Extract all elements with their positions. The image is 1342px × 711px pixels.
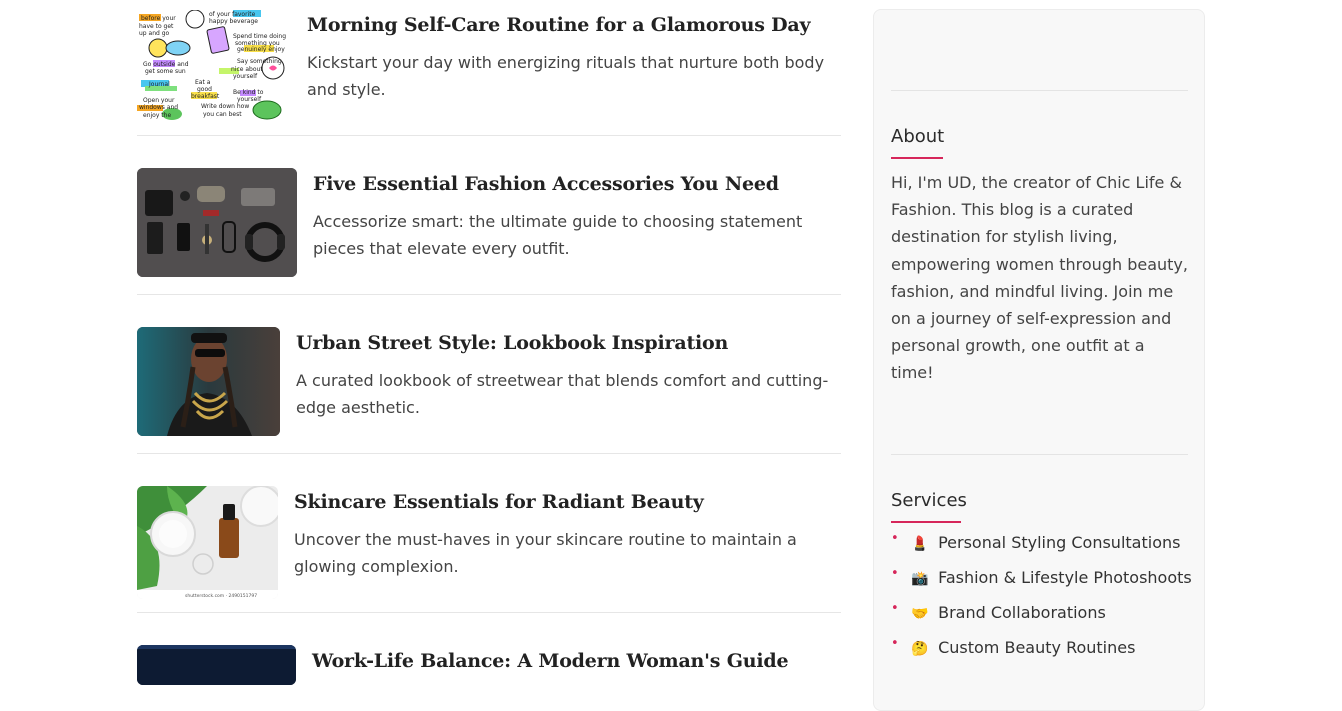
- svg-text:Spend time doing: Spend time doing: [233, 33, 286, 40]
- title-underline: [891, 521, 961, 523]
- svg-text:Open your: Open your: [143, 97, 175, 104]
- post-item: shutterstock.com · 2490151797 Skincare E…: [137, 453, 841, 613]
- post-excerpt: A curated lookbook of streetwear that bl…: [296, 371, 829, 417]
- title-underline: [891, 157, 943, 159]
- svg-text:yourself: yourself: [233, 73, 258, 80]
- svg-text:windows and: windows and: [139, 104, 178, 111]
- work-life-image: [137, 645, 296, 685]
- about-widget-title: About: [891, 126, 945, 147]
- post-excerpt: Uncover the must-haves in your skincare …: [294, 530, 797, 576]
- post-excerpt: Kickstart your day with energizing ritua…: [307, 53, 825, 99]
- service-label: Brand Collaborations: [938, 603, 1106, 622]
- post-item: Work-Life Balance: A Modern Woman's Guid…: [137, 612, 841, 685]
- skincare-products-image: shutterstock.com · 2490151797: [137, 486, 278, 599]
- post-title[interactable]: Five Essential Fashion Accessories You N…: [313, 173, 779, 195]
- svg-text:Eat a: Eat a: [195, 79, 211, 86]
- post-item: Five Essential Fashion Accessories You N…: [137, 135, 841, 295]
- camera-icon: 📸: [911, 571, 929, 587]
- accessories-flatlay-image: [137, 168, 297, 277]
- post-thumbnail[interactable]: [137, 327, 280, 436]
- about-text: Hi, I'm UD, the creator of Chic Life & F…: [891, 173, 1188, 383]
- service-label: Personal Styling Consultations: [938, 533, 1181, 552]
- svg-text:Be kind to: Be kind to: [233, 89, 264, 96]
- svg-text:shutterstock.com · 2490151797: shutterstock.com · 2490151797: [185, 593, 257, 599]
- post-thumbnail[interactable]: [137, 645, 296, 685]
- post-title[interactable]: Morning Self-Care Routine for a Glamorou…: [307, 14, 811, 36]
- svg-text:Say something: Say something: [237, 58, 282, 65]
- street-style-portrait-image: [137, 327, 280, 436]
- svg-text:genuinely enjoy: genuinely enjoy: [237, 46, 285, 53]
- services-list: • 💄 Personal Styling Consultations • 📸 F…: [891, 531, 1192, 673]
- post-thumbnail[interactable]: before your have to get up and go of you…: [137, 10, 290, 120]
- bullet-dot: •: [891, 601, 899, 616]
- service-item[interactable]: • 💄 Personal Styling Consultations: [891, 531, 1191, 568]
- post-title[interactable]: Urban Street Style: Lookbook Inspiration: [296, 332, 728, 354]
- post-thumbnail[interactable]: [137, 168, 297, 277]
- self-care-doodle-image: before your have to get up and go of you…: [137, 10, 290, 120]
- sidebar: About Hi, I'm UD, the creator of Chic Li…: [873, 9, 1205, 711]
- svg-text:nice about: nice about: [231, 66, 263, 73]
- service-item[interactable]: • 🤝 Brand Collaborations: [891, 601, 1191, 638]
- svg-text:Journal: Journal: [148, 81, 170, 88]
- svg-text:Go outside and: Go outside and: [143, 61, 189, 68]
- service-item[interactable]: • 🤔 Custom Beauty Routines: [891, 636, 1191, 673]
- lipstick-icon: 💄: [911, 536, 929, 552]
- sidebar-divider: [891, 90, 1188, 91]
- sidebar-divider: [891, 454, 1188, 455]
- post-item: before your have to get up and go of you…: [137, 0, 841, 136]
- svg-text:good: good: [197, 86, 212, 93]
- bullet-dot: •: [891, 566, 899, 581]
- post-title[interactable]: Work-Life Balance: A Modern Woman's Guid…: [312, 650, 789, 672]
- svg-text:breakfast: breakfast: [191, 93, 220, 100]
- service-item[interactable]: • 📸 Fashion & Lifestyle Photoshoots: [891, 566, 1192, 603]
- svg-text:have to get: have to get: [139, 23, 174, 30]
- post-title[interactable]: Skincare Essentials for Radiant Beauty: [294, 491, 704, 513]
- post-excerpt: Accessorize smart: the ultimate guide to…: [313, 212, 803, 258]
- handshake-icon: 🤝: [911, 606, 929, 622]
- svg-text:happy beverage: happy beverage: [209, 18, 258, 25]
- service-label: Custom Beauty Routines: [938, 638, 1136, 657]
- svg-text:enjoy the: enjoy the: [143, 112, 171, 119]
- svg-text:of your favorite: of your favorite: [209, 11, 256, 18]
- svg-text:yourself: yourself: [237, 96, 262, 103]
- post-item: Urban Street Style: Lookbook Inspiration…: [137, 294, 841, 454]
- svg-text:Write down how: Write down how: [201, 103, 249, 110]
- services-widget-title: Services: [891, 490, 967, 511]
- svg-text:before your: before your: [141, 15, 176, 22]
- thinking-face-icon: 🤔: [911, 641, 929, 657]
- svg-text:you can best: you can best: [203, 111, 242, 118]
- bullet-dot: •: [891, 531, 899, 546]
- svg-text:up and go: up and go: [139, 30, 170, 37]
- bullet-dot: •: [891, 636, 899, 651]
- service-label: Fashion & Lifestyle Photoshoots: [938, 568, 1192, 587]
- svg-text:get some sun: get some sun: [145, 68, 186, 75]
- post-thumbnail[interactable]: shutterstock.com · 2490151797: [137, 486, 278, 599]
